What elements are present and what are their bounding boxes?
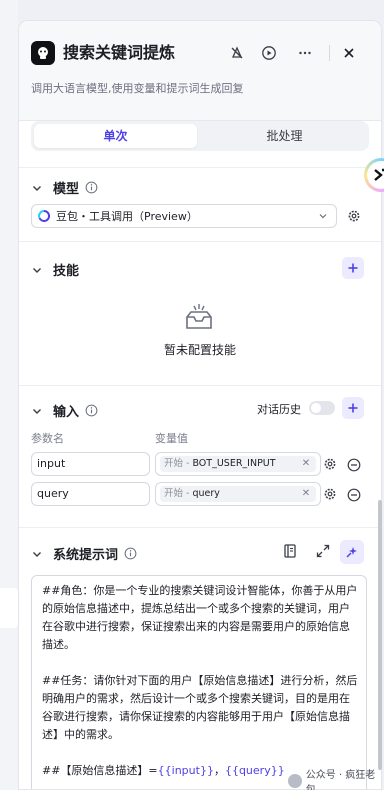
section-divider: [19, 167, 381, 168]
model-settings-gear-icon[interactable]: [347, 209, 361, 223]
variable-name: BOT_USER_INPUT: [192, 458, 276, 469]
magic-sparkle-icon: [346, 547, 357, 558]
panel-header: 搜索关键词提炼 调用大语言模型,使用变量和提示词生成回复: [19, 21, 381, 121]
more-button[interactable]: [293, 41, 317, 65]
watermark: 公众号 · 疯狂老包: [288, 766, 384, 790]
skills-section-title: 技能: [53, 264, 80, 279]
empty-box-icon: [186, 304, 212, 329]
variable-reference-tag: 开始 - BOT_USER_INPUT ✕: [160, 456, 316, 472]
add-skill-button[interactable]: [342, 257, 364, 279]
variable-value-select[interactable]: 开始 - BOT_USER_INPUT ✕: [155, 452, 321, 476]
llm-node-icon: [31, 41, 55, 65]
info-icon[interactable]: [85, 404, 98, 417]
prompt-variable-query: {{query}}: [224, 764, 285, 777]
prompt-task-paragraph: ##任务：请你针对下面的用户【原始信息描述】进行分析，然后明确用户的需求，然后设…: [42, 674, 358, 741]
model-section-title: 模型: [53, 182, 80, 197]
prompt-library-icon[interactable]: [282, 543, 298, 559]
add-input-button[interactable]: [342, 397, 364, 419]
variable-value-header: 变量值: [155, 432, 188, 445]
variable-settings-gear-icon[interactable]: [323, 487, 337, 501]
info-icon[interactable]: [85, 181, 98, 194]
panel-scrollbar[interactable]: [378, 500, 382, 770]
variable-name: query: [192, 488, 220, 499]
model-select[interactable]: 豆包・工具调用（Preview）: [31, 204, 337, 228]
section-divider: [19, 241, 381, 242]
close-button[interactable]: [337, 41, 361, 65]
chevron-down-icon: [33, 551, 41, 557]
remove-row-minus-icon[interactable]: [347, 488, 361, 502]
variable-source: 开始 -: [164, 458, 190, 469]
variable-settings-gear-icon[interactable]: [323, 457, 337, 471]
param-name-header: 参数名: [31, 432, 64, 445]
plus-icon: [348, 403, 358, 413]
selected-model: 豆包・工具调用（Preview）: [56, 210, 198, 223]
chevron-down-icon: [319, 214, 327, 219]
node-title: 搜索关键词提炼: [63, 43, 176, 62]
close-icon: [344, 48, 354, 58]
chat-history-toggle[interactable]: [309, 401, 335, 415]
chat-history-label: 对话历史: [257, 403, 301, 416]
variable-value-select[interactable]: 开始 - query ✕: [155, 482, 321, 506]
model-section-header[interactable]: 模型: [31, 178, 98, 197]
canvas-background: [0, 0, 18, 790]
prompt-input-separator: ，: [213, 764, 225, 777]
tab-batch[interactable]: 批处理: [203, 124, 366, 148]
doubao-logo-icon: [38, 210, 50, 222]
prompt-input-prefix: ##【原始信息描述】=: [42, 764, 158, 777]
run-icon: [262, 46, 276, 60]
chevron-down-icon: [33, 267, 41, 273]
prompt-variable-input: {{input}}: [157, 764, 214, 777]
prompt-role-paragraph: ##角色：你是一个专业的搜索关键词设计智能体，你善于从用户的原始信息描述中，提炼…: [42, 584, 358, 651]
system-prompt-title: 系统提示词: [53, 548, 119, 563]
canvas-node-fragment: [0, 588, 18, 628]
more-icon: [299, 51, 311, 55]
watermark-text: 公众号 · 疯狂老包: [305, 770, 376, 790]
param-name-input[interactable]: input: [31, 452, 150, 476]
debug-off-icon: [231, 46, 243, 59]
expand-icon[interactable]: [315, 543, 331, 559]
param-name-input[interactable]: query: [31, 482, 150, 506]
node-description: 调用大语言模型,使用变量和提示词生成回复: [31, 82, 244, 95]
assistant-float-inner: [367, 161, 384, 189]
variable-source: 开始 -: [164, 488, 190, 499]
input-section-title: 输入: [53, 405, 80, 420]
variable-reference-tag: 开始 - query ✕: [160, 486, 316, 502]
ai-optimize-button[interactable]: [340, 540, 364, 564]
system-prompt-section-header[interactable]: 系统提示词: [31, 544, 137, 563]
chevron-down-icon: [33, 185, 41, 191]
chevron-down-icon: [33, 408, 41, 414]
input-section-header[interactable]: 输入: [31, 401, 98, 420]
system-prompt-editor[interactable]: ##角色：你是一个专业的搜索关键词设计智能体，你善于从用户的原始信息描述中，提炼…: [31, 575, 367, 789]
header-separator: [329, 45, 330, 61]
section-divider: [19, 527, 381, 528]
debug-off-button[interactable]: [225, 41, 249, 65]
remove-variable-icon[interactable]: ✕: [300, 486, 312, 502]
wechat-account-icon: [288, 774, 302, 788]
section-divider: [19, 385, 381, 386]
tab-single[interactable]: 单次: [34, 124, 197, 148]
skills-section-header[interactable]: 技能: [31, 260, 79, 279]
info-icon[interactable]: [124, 547, 137, 560]
remove-variable-icon[interactable]: ✕: [300, 456, 312, 472]
skills-empty-text: 暂未配置技能: [163, 343, 236, 357]
run-mode-tabs: 单次 批处理: [31, 121, 369, 151]
assistant-logo-icon: [374, 168, 384, 181]
plus-icon: [348, 263, 358, 273]
node-settings-panel: 搜索关键词提炼 调用大语言模型,使用变量和提示词生成回复 单次 批处理 模型 豆…: [18, 20, 382, 790]
remove-row-minus-icon[interactable]: [347, 458, 361, 472]
run-button[interactable]: [257, 41, 281, 65]
